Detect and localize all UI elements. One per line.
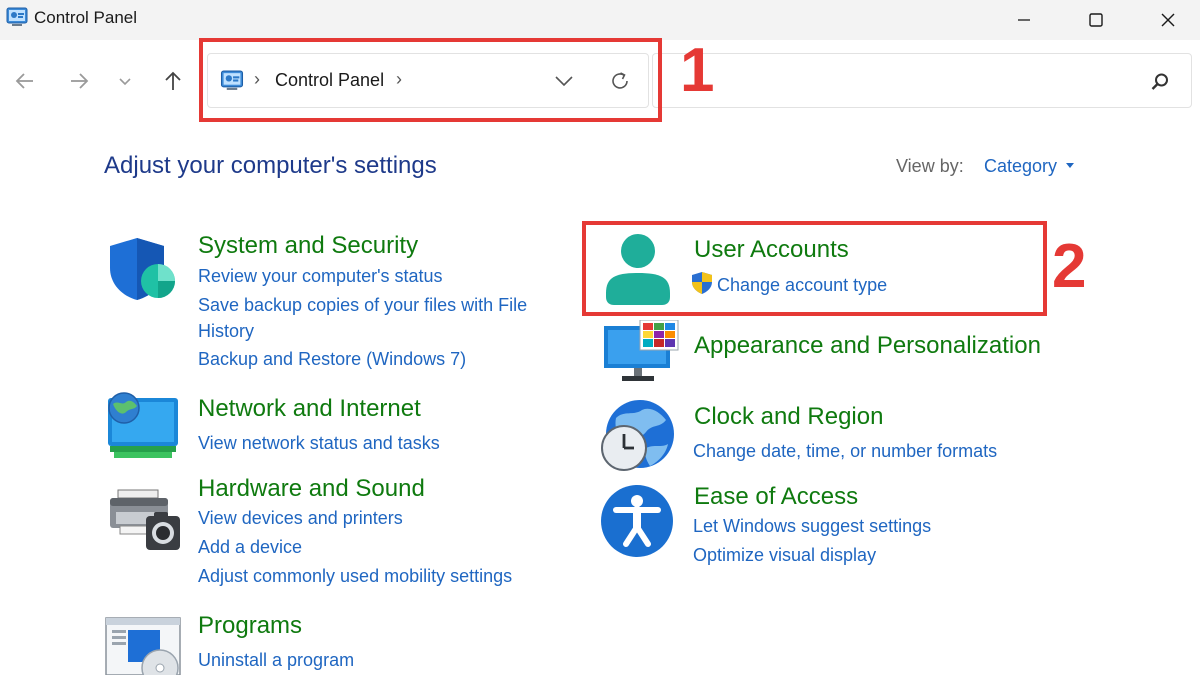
chevron-down-icon bbox=[119, 78, 131, 86]
page-title: Adjust your computer's settings bbox=[104, 152, 437, 179]
category-title-hardware-and-sound[interactable]: Hardware and Sound bbox=[198, 475, 425, 503]
link-view-network-status[interactable]: View network status and tasks bbox=[198, 433, 440, 454]
programs-window-disc-icon[interactable] bbox=[104, 616, 184, 675]
ease-of-access-icon[interactable] bbox=[600, 484, 674, 558]
link-adjust-mobility-settings[interactable]: Adjust commonly used mobility settings bbox=[198, 566, 512, 587]
link-optimize-visual-display[interactable]: Optimize visual display bbox=[693, 545, 876, 566]
up-button[interactable] bbox=[158, 64, 188, 98]
close-button[interactable] bbox=[1138, 0, 1198, 40]
callout-box-address-bar bbox=[199, 38, 662, 122]
globe-clock-icon[interactable] bbox=[598, 398, 678, 474]
link-change-date-time-formats[interactable]: Change date, time, or number formats bbox=[693, 441, 997, 462]
arrow-up-icon bbox=[165, 71, 181, 90]
recent-locations-button[interactable] bbox=[110, 64, 140, 98]
link-let-windows-suggest-settings[interactable]: Let Windows suggest settings bbox=[693, 516, 931, 537]
category-title-clock-and-region[interactable]: Clock and Region bbox=[694, 403, 883, 431]
link-save-backup-copies-continued[interactable]: History bbox=[198, 321, 254, 342]
category-title-network-and-internet[interactable]: Network and Internet bbox=[198, 395, 421, 423]
user-avatar-icon[interactable] bbox=[604, 233, 672, 307]
monitor-palette-icon[interactable] bbox=[602, 320, 680, 384]
link-change-account-type[interactable]: Change account type bbox=[717, 275, 887, 296]
uac-shield-icon bbox=[692, 272, 712, 294]
category-title-appearance-and-personalization[interactable]: Appearance and Personalization bbox=[694, 332, 1041, 360]
search-input[interactable] bbox=[652, 53, 1192, 108]
arrow-left-icon bbox=[15, 73, 33, 89]
network-globe-monitor-icon[interactable] bbox=[104, 392, 180, 462]
control-panel-icon bbox=[6, 7, 28, 26]
shield-pie-icon[interactable] bbox=[108, 236, 178, 302]
category-title-user-accounts[interactable]: User Accounts bbox=[694, 236, 849, 264]
callout-number-1: 1 bbox=[680, 36, 715, 105]
category-title-programs[interactable]: Programs bbox=[198, 612, 302, 640]
category-title-ease-of-access[interactable]: Ease of Access bbox=[694, 483, 858, 511]
close-icon bbox=[1161, 13, 1175, 27]
minimize-icon bbox=[1018, 19, 1030, 21]
maximize-button[interactable] bbox=[1066, 0, 1126, 40]
printer-camera-icon[interactable] bbox=[104, 486, 184, 552]
link-add-a-device[interactable]: Add a device bbox=[198, 537, 302, 558]
title-bar: Control Panel bbox=[0, 0, 1200, 40]
minimize-button[interactable] bbox=[994, 0, 1054, 40]
view-by-dropdown[interactable]: Category bbox=[984, 156, 1057, 177]
arrow-right-icon bbox=[71, 73, 89, 89]
forward-button[interactable] bbox=[64, 64, 94, 98]
link-view-devices-and-printers[interactable]: View devices and printers bbox=[198, 508, 403, 529]
callout-number-2: 2 bbox=[1052, 232, 1087, 301]
caret-down-icon[interactable] bbox=[1066, 163, 1074, 168]
view-by-label: View by: bbox=[896, 156, 964, 176]
category-title-system-and-security[interactable]: System and Security bbox=[198, 232, 418, 260]
window-title: Control Panel bbox=[34, 8, 138, 27]
back-button[interactable] bbox=[10, 64, 40, 98]
link-uninstall-a-program[interactable]: Uninstall a program bbox=[198, 650, 354, 671]
link-review-computer-status[interactable]: Review your computer's status bbox=[198, 266, 443, 287]
search-icon[interactable] bbox=[1149, 71, 1171, 93]
link-save-backup-copies[interactable]: Save backup copies of your files with Fi… bbox=[198, 295, 527, 316]
link-backup-and-restore[interactable]: Backup and Restore (Windows 7) bbox=[198, 349, 466, 370]
maximize-icon bbox=[1089, 13, 1103, 27]
